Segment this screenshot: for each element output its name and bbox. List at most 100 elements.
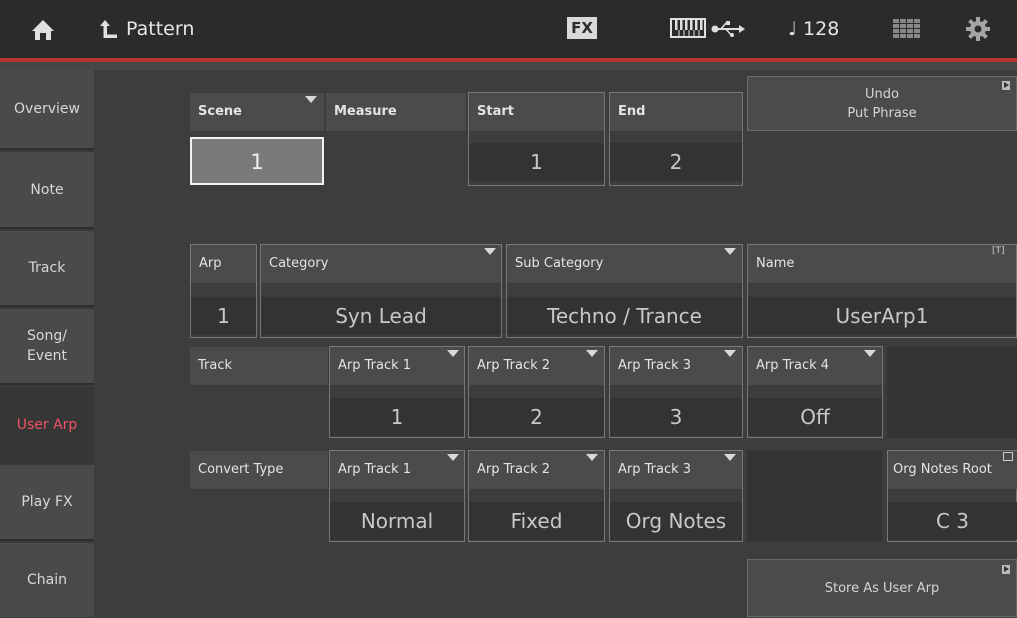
arp-track-3-label: Arp Track 3 <box>618 358 692 373</box>
org-notes-root-header: Org Notes Root <box>888 451 1017 489</box>
note-icon: ♩ <box>788 18 797 40</box>
page-title: Pattern <box>126 18 195 40</box>
name-value: UserArp1 <box>748 297 1016 335</box>
org-notes-root-value: C 3 <box>888 502 1017 540</box>
undo-label: Undo <box>865 87 899 102</box>
sidebar-item-note[interactable]: Note <box>0 152 94 229</box>
play-icon <box>1002 565 1010 574</box>
sidebar-item-label: Chain <box>27 572 67 588</box>
dropdown-arrow-icon <box>484 248 496 255</box>
convert-track-2-header: Arp Track 2 <box>469 451 604 489</box>
subcategory-label: Sub Category <box>515 256 604 271</box>
store-as-user-arp-button[interactable]: Store As User Arp <box>747 559 1017 617</box>
put-phrase-label: Put Phrase <box>847 106 917 121</box>
name-header: Name <box>748 245 1016 283</box>
sidebar-item-user-arp[interactable]: User Arp <box>0 387 94 463</box>
sidebar-item-chain[interactable]: Chain <box>0 543 94 617</box>
arp-track-2-value-text: 2 <box>530 405 543 429</box>
sidebar-item-label: Note <box>30 181 64 198</box>
fx-badge[interactable]: FX <box>567 17 597 39</box>
start-header: Start <box>469 93 604 131</box>
dropdown-arrow-icon <box>724 454 736 461</box>
track-row-header: Track <box>190 347 328 385</box>
gear-icon[interactable] <box>966 17 990 41</box>
convert-track-3-value: Org Notes <box>610 502 742 540</box>
end-value: 2 <box>610 143 742 181</box>
scene-value-text: 1 <box>250 150 264 174</box>
end-value-text: 2 <box>669 150 683 174</box>
arp-track-3-value: 3 <box>610 398 742 436</box>
dropdown-arrow-icon <box>724 248 736 255</box>
name-label: Name <box>756 256 795 271</box>
arp-header: Arp <box>191 245 256 283</box>
arp-track-4-value-text: Off <box>800 405 830 429</box>
category-value: Syn Lead <box>261 297 501 335</box>
top-bar: Pattern FX ♩ 128 <box>0 0 1017 58</box>
sidebar-item-label: Overview <box>14 101 80 117</box>
category-value-text: Syn Lead <box>335 304 427 328</box>
arp-track-4-header: Arp Track 4 <box>748 347 882 385</box>
sidebar-item-overview[interactable]: Overview <box>0 70 94 150</box>
sidebar-item-song-event[interactable]: Song/ Event <box>0 309 94 385</box>
scene-value[interactable]: 1 <box>190 137 324 185</box>
tempo-display[interactable]: ♩ 128 <box>788 19 839 39</box>
back-arrow-icon[interactable] <box>99 18 119 40</box>
arp-track-2-label: Arp Track 2 <box>477 358 551 373</box>
usb-icon <box>711 21 745 37</box>
dropdown-arrow-icon <box>864 350 876 357</box>
convert-track-3-label: Arp Track 3 <box>618 462 692 477</box>
arp-track-1-header: Arp Track 1 <box>330 347 464 385</box>
convert-type-header: Convert Type <box>190 451 328 489</box>
category-label: Category <box>269 256 329 271</box>
home-icon[interactable] <box>30 18 56 42</box>
measure-label: Measure <box>334 104 397 119</box>
org-notes-root-value-text: C 3 <box>935 509 970 533</box>
category-header: Category <box>261 245 501 283</box>
sidebar-item-label: Play FX <box>21 494 73 510</box>
main-panel: Scene 1 Measure Start 1 End 2 Undo Put P… <box>94 70 1017 617</box>
empty-panel <box>747 451 882 541</box>
scene-label: Scene <box>198 104 242 119</box>
name-value-text: UserArp1 <box>835 304 929 328</box>
convert-track-3-header: Arp Track 3 <box>610 451 742 489</box>
header-strip <box>0 62 1017 70</box>
sidebar-item-play-fx[interactable]: Play FX <box>0 465 94 541</box>
arp-track-2-header: Arp Track 2 <box>469 347 604 385</box>
play-icon <box>1002 81 1010 90</box>
store-as-user-arp-label: Store As User Arp <box>824 581 940 596</box>
undo-put-phrase-button[interactable]: Undo Put Phrase <box>747 76 1017 131</box>
convert-track-3-value-text: Org Notes <box>625 509 727 533</box>
arp-track-1-value-text: 1 <box>390 405 404 429</box>
sidebar-item-label: Track <box>28 260 66 276</box>
tempo-value: 128 <box>803 18 840 40</box>
empty-panel <box>887 347 1017 438</box>
convert-track-1-value: Normal <box>330 502 464 540</box>
arp-track-2-value: 2 <box>469 398 604 436</box>
arp-track-1-label: Arp Track 1 <box>338 358 412 373</box>
sidebar: Overview Note Track Song/ Event User Arp… <box>0 70 94 617</box>
dropdown-arrow-icon <box>586 350 598 357</box>
start-value: 1 <box>469 143 604 181</box>
scene-header[interactable]: Scene <box>190 93 324 131</box>
arp-track-3-value-text: 3 <box>669 405 683 429</box>
fx-label: FX <box>571 19 593 37</box>
text-edit-icon: [T] <box>992 246 1005 256</box>
convert-track-2-label: Arp Track 2 <box>477 462 551 477</box>
arp-track-4-label: Arp Track 4 <box>756 358 830 373</box>
arp-track-1-value: 1 <box>330 398 464 436</box>
start-value-text: 1 <box>530 150 543 174</box>
subcategory-value: Techno / Trance <box>507 297 742 335</box>
subcategory-value-text: Techno / Trance <box>547 304 702 328</box>
convert-track-1-value-text: Normal <box>360 509 434 533</box>
keyboard-mini-icon <box>1003 452 1013 461</box>
dropdown-arrow-icon <box>305 96 317 103</box>
sidebar-item-label: Song/ Event <box>26 328 68 364</box>
dropdown-arrow-icon <box>447 454 459 461</box>
sidebar-item-track[interactable]: Track <box>0 231 94 307</box>
dropdown-arrow-icon <box>586 454 598 461</box>
dropdown-arrow-icon <box>724 350 736 357</box>
arp-track-4-value: Off <box>748 398 882 436</box>
end-label: End <box>618 104 646 119</box>
keyboard-icon <box>670 18 706 38</box>
grid-icon[interactable] <box>893 19 921 39</box>
